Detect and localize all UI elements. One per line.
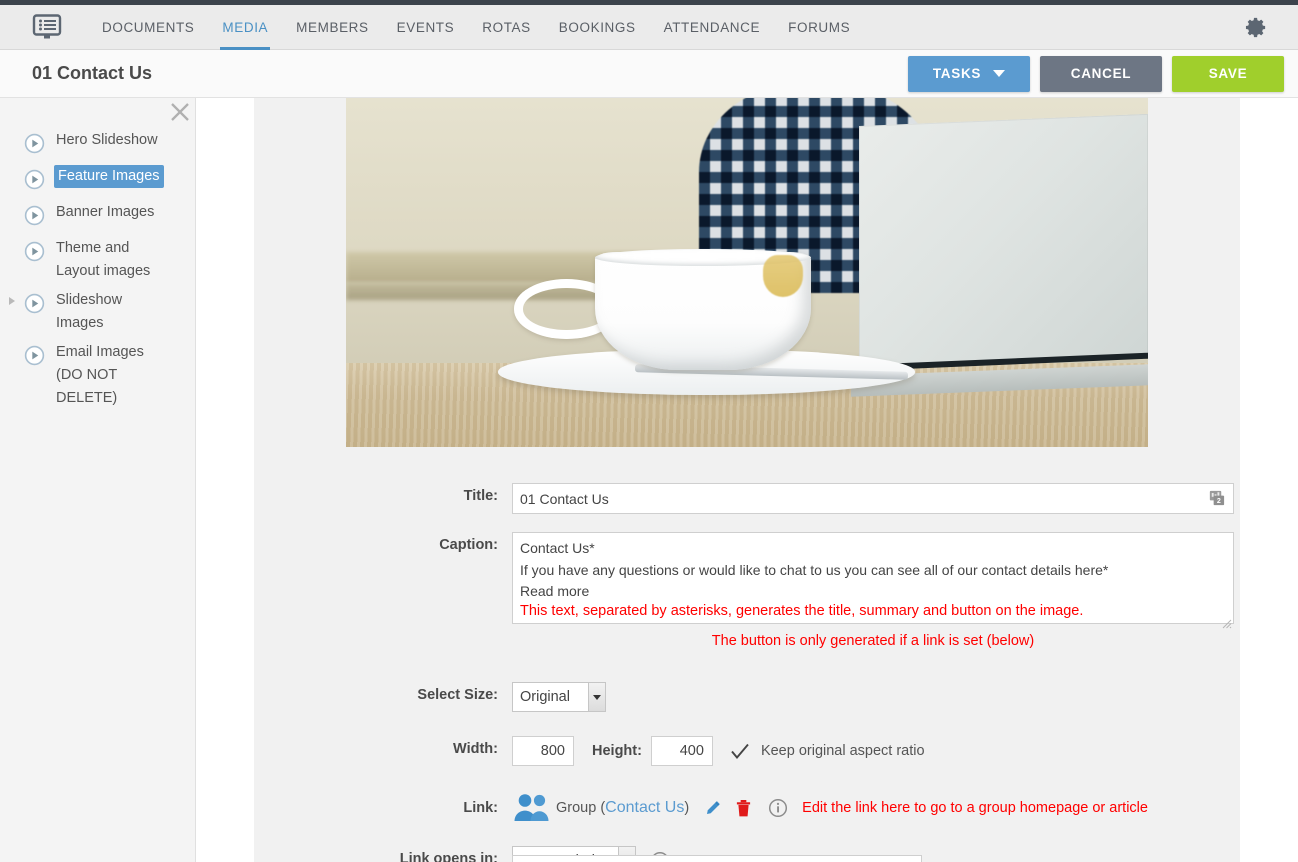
nav-item-bookings[interactable]: BOOKINGS	[545, 5, 650, 50]
photo-laptop	[859, 113, 1148, 371]
nav-item-list: DOCUMENTS MEDIA MEMBERS EVENTS ROTAS BOO…	[88, 5, 864, 50]
title-label: Title:	[463, 488, 498, 504]
tasks-button[interactable]: TASKS	[908, 55, 1030, 92]
aspect-ratio-checkmark-icon[interactable]	[729, 740, 751, 762]
media-edit-panel: Title: 2	[254, 98, 1240, 862]
sidebar-item-label: Feature Images	[54, 165, 164, 188]
nav-item-label: FORUMS	[788, 19, 851, 35]
trash-icon[interactable]	[735, 799, 752, 818]
play-circle-icon[interactable]	[24, 345, 46, 371]
width-label: Width:	[453, 741, 498, 757]
media-edit-content: Title: 2	[196, 98, 1298, 862]
cancel-button-label: CANCEL	[1070, 66, 1132, 81]
height-input[interactable]	[650, 736, 713, 766]
sidebar-item-label: Banner Images	[56, 204, 155, 220]
sidebar-item-label: Theme and Layout images	[56, 240, 151, 279]
expander-placeholder	[0, 201, 24, 209]
link-target-link[interactable]: Contact Us	[605, 799, 684, 817]
nav-item-label: EVENTS	[396, 19, 455, 35]
height-label: Height:	[592, 743, 642, 759]
versions-2-icon[interactable]: 2	[1207, 489, 1226, 513]
group-people-icon	[512, 792, 552, 824]
select-size-value: Original	[520, 689, 570, 705]
nav-item-documents[interactable]: DOCUMENTS	[88, 5, 208, 50]
photo-cup-drip	[763, 255, 804, 297]
page-title: 01 Contact Us	[32, 63, 153, 83]
nav-item-label: BOOKINGS	[558, 19, 636, 35]
pencil-icon[interactable]	[703, 799, 722, 818]
chevron-down-icon	[993, 70, 1006, 77]
cancel-button[interactable]: CANCEL	[1040, 55, 1162, 92]
caption-annotation-line1: This text, separated by asterisks, gener…	[520, 603, 1084, 619]
link-annotation: Edit the link here to go to a group home…	[802, 800, 1148, 816]
play-circle-icon[interactable]	[24, 205, 46, 231]
sidebar-item-slideshow-images[interactable]: Slideshow Images	[0, 286, 196, 338]
next-field-partial[interactable]	[512, 855, 922, 862]
dropdown-button[interactable]	[588, 683, 605, 711]
chevron-down-icon	[593, 694, 601, 700]
nav-item-members[interactable]: MEMBERS	[282, 5, 382, 50]
nav-item-forums[interactable]: FORUMS	[774, 5, 864, 50]
nav-item-media[interactable]: MEDIA	[208, 5, 282, 50]
sidebar-item-feature-images[interactable]: Feature Images	[0, 162, 196, 198]
play-circle-icon[interactable]	[24, 169, 46, 195]
link-label: Link:	[463, 800, 498, 816]
link-opens-in-label: Link opens in:	[399, 851, 498, 862]
expander-placeholder	[0, 129, 24, 137]
sidebar-item-label: Email Images (DO NOT DELETE)	[56, 344, 144, 406]
sidebar-item-label: Hero Slideshow	[56, 132, 158, 148]
play-circle-icon[interactable]	[24, 241, 46, 267]
main-navbar: DOCUMENTS MEDIA MEMBERS EVENTS ROTAS BOO…	[0, 5, 1298, 50]
media-properties-form: Title: 2	[254, 461, 1240, 862]
info-icon[interactable]	[768, 798, 788, 818]
sidebar-item-banner-images[interactable]: Banner Images	[0, 198, 196, 234]
nav-item-label: DOCUMENTS	[102, 19, 195, 35]
expander-placeholder	[0, 341, 24, 349]
link-type-text-end: )	[684, 800, 690, 816]
sidebar-item-theme-and-layout-images[interactable]: Theme and Layout images	[0, 234, 196, 286]
link-type-text: Group (	[556, 800, 606, 816]
width-input[interactable]	[512, 736, 574, 766]
field-row-dimensions: Width: Height: Keep original aspect rati…	[254, 736, 1240, 766]
play-circle-icon[interactable]	[24, 133, 46, 159]
sidebar-item-label: Slideshow Images	[56, 292, 123, 331]
expander-placeholder	[0, 165, 24, 173]
titlebar-actions: TASKS CANCEL SAVE	[908, 55, 1284, 92]
nav-item-events[interactable]: EVENTS	[383, 5, 469, 50]
media-image-preview[interactable]	[346, 98, 1148, 447]
save-button-label: SAVE	[1208, 66, 1248, 81]
nav-item-label: ATTENDANCE	[663, 19, 761, 35]
expand-toggle[interactable]	[0, 289, 24, 305]
field-row-link: Link: Group ( Contact Us ) Edit the link…	[254, 790, 1240, 824]
caption-label: Caption:	[439, 537, 498, 553]
chevron-right-icon	[9, 297, 15, 305]
folder-tree: Hero Slideshow Feature Images Banner Ima…	[0, 126, 196, 413]
select-size-label: Select Size:	[417, 687, 498, 703]
svg-text:2: 2	[1217, 497, 1221, 505]
field-row-select-size: Select Size: Original	[254, 682, 1240, 712]
close-icon[interactable]	[168, 100, 192, 124]
image-preview-stage	[254, 98, 1240, 461]
nav-item-label: ROTAS	[482, 19, 531, 35]
sidebar-item-hero-slideshow[interactable]: Hero Slideshow	[0, 126, 196, 162]
select-size-dropdown[interactable]: Original	[512, 682, 606, 712]
page-titlebar: 01 Contact Us TASKS CANCEL SAVE	[0, 50, 1298, 98]
field-row-caption: Caption: This text, separated by asteris…	[254, 532, 1240, 652]
screen-list-icon[interactable]	[32, 14, 62, 40]
play-circle-icon[interactable]	[24, 293, 46, 319]
sidebar-item-email-images[interactable]: Email Images (DO NOT DELETE)	[0, 338, 196, 413]
field-row-title: Title: 2	[254, 483, 1240, 514]
tasks-button-label: TASKS	[932, 66, 982, 81]
caption-annotation-line2: The button is only generated if a link i…	[711, 633, 1035, 649]
nav-item-attendance[interactable]: ATTENDANCE	[650, 5, 775, 50]
title-input[interactable]	[512, 483, 1234, 514]
nav-item-label: MEDIA	[222, 19, 269, 35]
nav-item-label: MEMBERS	[296, 19, 369, 35]
nav-item-rotas[interactable]: ROTAS	[468, 5, 545, 50]
expander-placeholder	[0, 237, 24, 245]
gear-icon[interactable]	[1245, 16, 1268, 39]
aspect-ratio-label: Keep original aspect ratio	[760, 743, 925, 759]
save-button[interactable]: SAVE	[1172, 55, 1284, 92]
